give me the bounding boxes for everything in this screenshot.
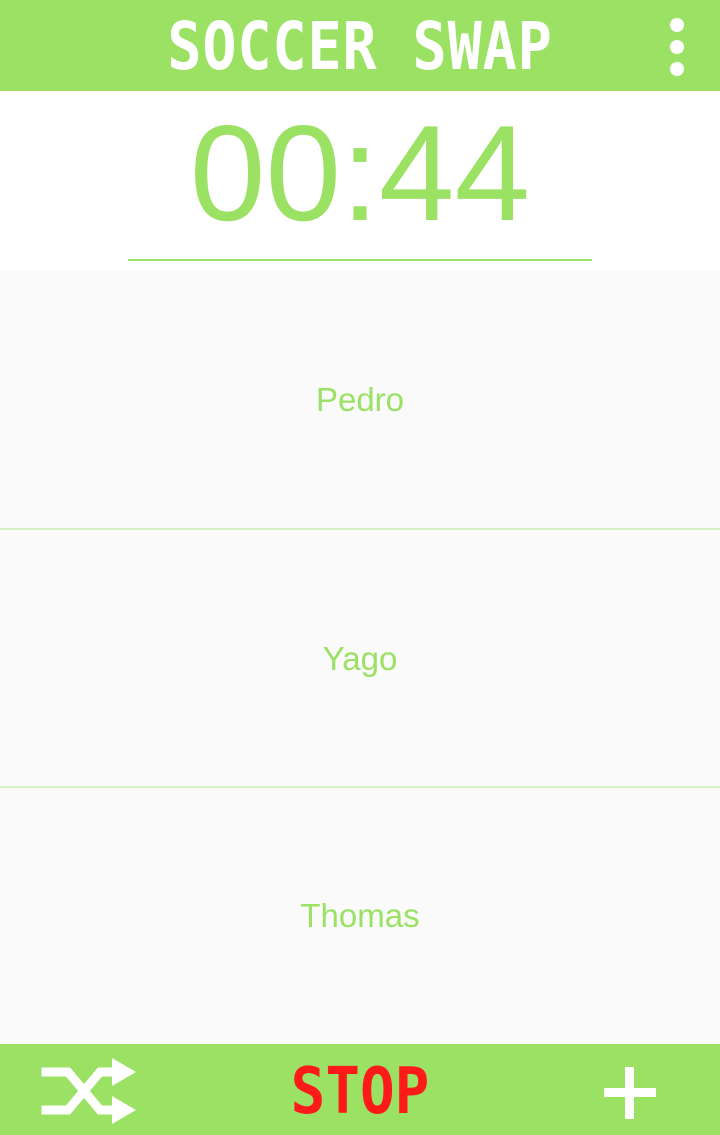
player-row[interactable]: Yago — [0, 530, 720, 787]
player-name: Yago — [322, 639, 398, 677]
add-player-button[interactable] — [600, 1062, 660, 1122]
shuffle-icon — [41, 1058, 136, 1124]
player-name: Pedro — [315, 380, 405, 418]
player-list: Pedro Yago Thomas — [0, 271, 720, 1044]
overflow-menu-button[interactable] — [652, 14, 702, 80]
player-row[interactable]: Pedro — [0, 271, 720, 528]
timer-display: 00:44 — [189, 97, 531, 249]
app-title: SOCCER SWAP — [167, 8, 553, 85]
top-app-bar: SOCCER SWAP — [0, 0, 720, 91]
stop-button[interactable]: STOP — [270, 1044, 450, 1135]
bottom-action-bar: STOP — [0, 1044, 720, 1135]
player-name: Thomas — [300, 896, 420, 934]
timer-underline — [128, 259, 592, 261]
shuffle-button[interactable] — [40, 1056, 140, 1126]
timer-section: 00:44 — [0, 91, 720, 271]
app-screen: SOCCER SWAP 00:44 Pedro Yago Thomas STOP — [0, 0, 720, 1135]
player-row[interactable]: Thomas — [0, 787, 720, 1044]
